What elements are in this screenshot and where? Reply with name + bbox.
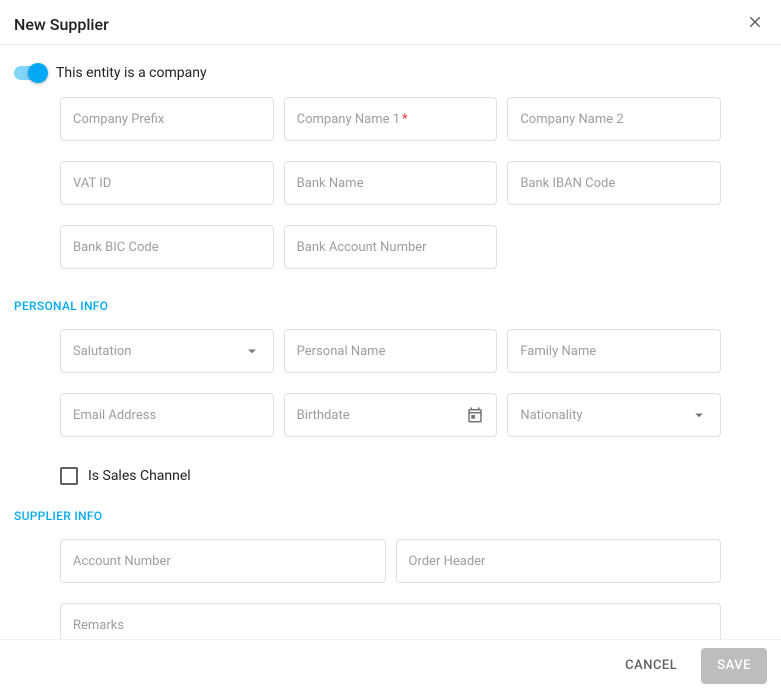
- sales-channel-row: Is Sales Channel: [14, 467, 767, 485]
- salutation-label: Salutation: [73, 344, 243, 359]
- vat-id-field[interactable]: [60, 161, 274, 205]
- remarks-field[interactable]: [60, 603, 721, 639]
- dialog-content[interactable]: This entity is a company Company Name 1*: [0, 45, 781, 639]
- dialog-footer: CANCEL SAVE: [0, 639, 781, 691]
- bank-bic-input[interactable]: [73, 240, 261, 255]
- supplier-fields-row1: [14, 539, 767, 583]
- dropdown-icon: [690, 406, 708, 424]
- dropdown-icon: [243, 342, 261, 360]
- bank-account-number-input[interactable]: [297, 240, 485, 255]
- email-field[interactable]: [60, 393, 274, 437]
- new-supplier-dialog: New Supplier This entity is a company Co…: [0, 0, 781, 691]
- supplier-info-heading: SUPPLIER INFO: [14, 509, 767, 523]
- family-name-field[interactable]: [507, 329, 721, 373]
- company-name1-field[interactable]: Company Name 1*: [284, 97, 498, 141]
- company-name2-field[interactable]: [507, 97, 721, 141]
- supplier-fields-row2: [14, 603, 767, 639]
- personal-name-input[interactable]: [297, 344, 485, 359]
- save-button[interactable]: SAVE: [701, 648, 767, 684]
- bank-iban-field[interactable]: [507, 161, 721, 205]
- close-icon: [746, 13, 764, 35]
- order-header-field[interactable]: [396, 539, 722, 583]
- required-mark: *: [402, 112, 408, 127]
- birthdate-field[interactable]: Birthdate: [284, 393, 498, 437]
- vat-id-input[interactable]: [73, 176, 261, 191]
- close-button[interactable]: [743, 12, 767, 36]
- bank-account-number-field[interactable]: [284, 225, 498, 269]
- nationality-select[interactable]: Nationality: [507, 393, 721, 437]
- calendar-icon[interactable]: [466, 406, 484, 424]
- bank-iban-input[interactable]: [520, 176, 708, 191]
- company-prefix-input[interactable]: [73, 112, 261, 127]
- dialog-header: New Supplier: [0, 0, 781, 45]
- bank-name-input[interactable]: [297, 176, 485, 191]
- account-number-field[interactable]: [60, 539, 386, 583]
- remarks-input[interactable]: [73, 618, 708, 633]
- personal-fields: Salutation Birthdate National: [14, 329, 767, 437]
- company-prefix-field[interactable]: [60, 97, 274, 141]
- email-input[interactable]: [73, 408, 261, 423]
- bank-bic-field[interactable]: [60, 225, 274, 269]
- company-fields: Company Name 1*: [14, 97, 767, 269]
- account-number-input[interactable]: [73, 554, 373, 569]
- sales-channel-checkbox[interactable]: [60, 467, 78, 485]
- company-name1-label: Company Name 1: [297, 112, 400, 127]
- sales-channel-label: Is Sales Channel: [88, 468, 191, 484]
- personal-name-field[interactable]: [284, 329, 498, 373]
- company-toggle-label: This entity is a company: [56, 65, 207, 81]
- company-toggle[interactable]: [14, 66, 46, 80]
- bank-name-field[interactable]: [284, 161, 498, 205]
- nationality-label: Nationality: [520, 408, 690, 423]
- company-name2-input[interactable]: [520, 112, 708, 127]
- dialog-title: New Supplier: [14, 15, 109, 34]
- salutation-select[interactable]: Salutation: [60, 329, 274, 373]
- birthdate-label: Birthdate: [297, 408, 467, 423]
- cancel-button[interactable]: CANCEL: [609, 648, 693, 684]
- company-toggle-row: This entity is a company: [14, 65, 767, 81]
- personal-info-heading: PERSONAL INFO: [14, 299, 767, 313]
- family-name-input[interactable]: [520, 344, 708, 359]
- toggle-knob: [28, 63, 48, 83]
- order-header-input[interactable]: [409, 554, 709, 569]
